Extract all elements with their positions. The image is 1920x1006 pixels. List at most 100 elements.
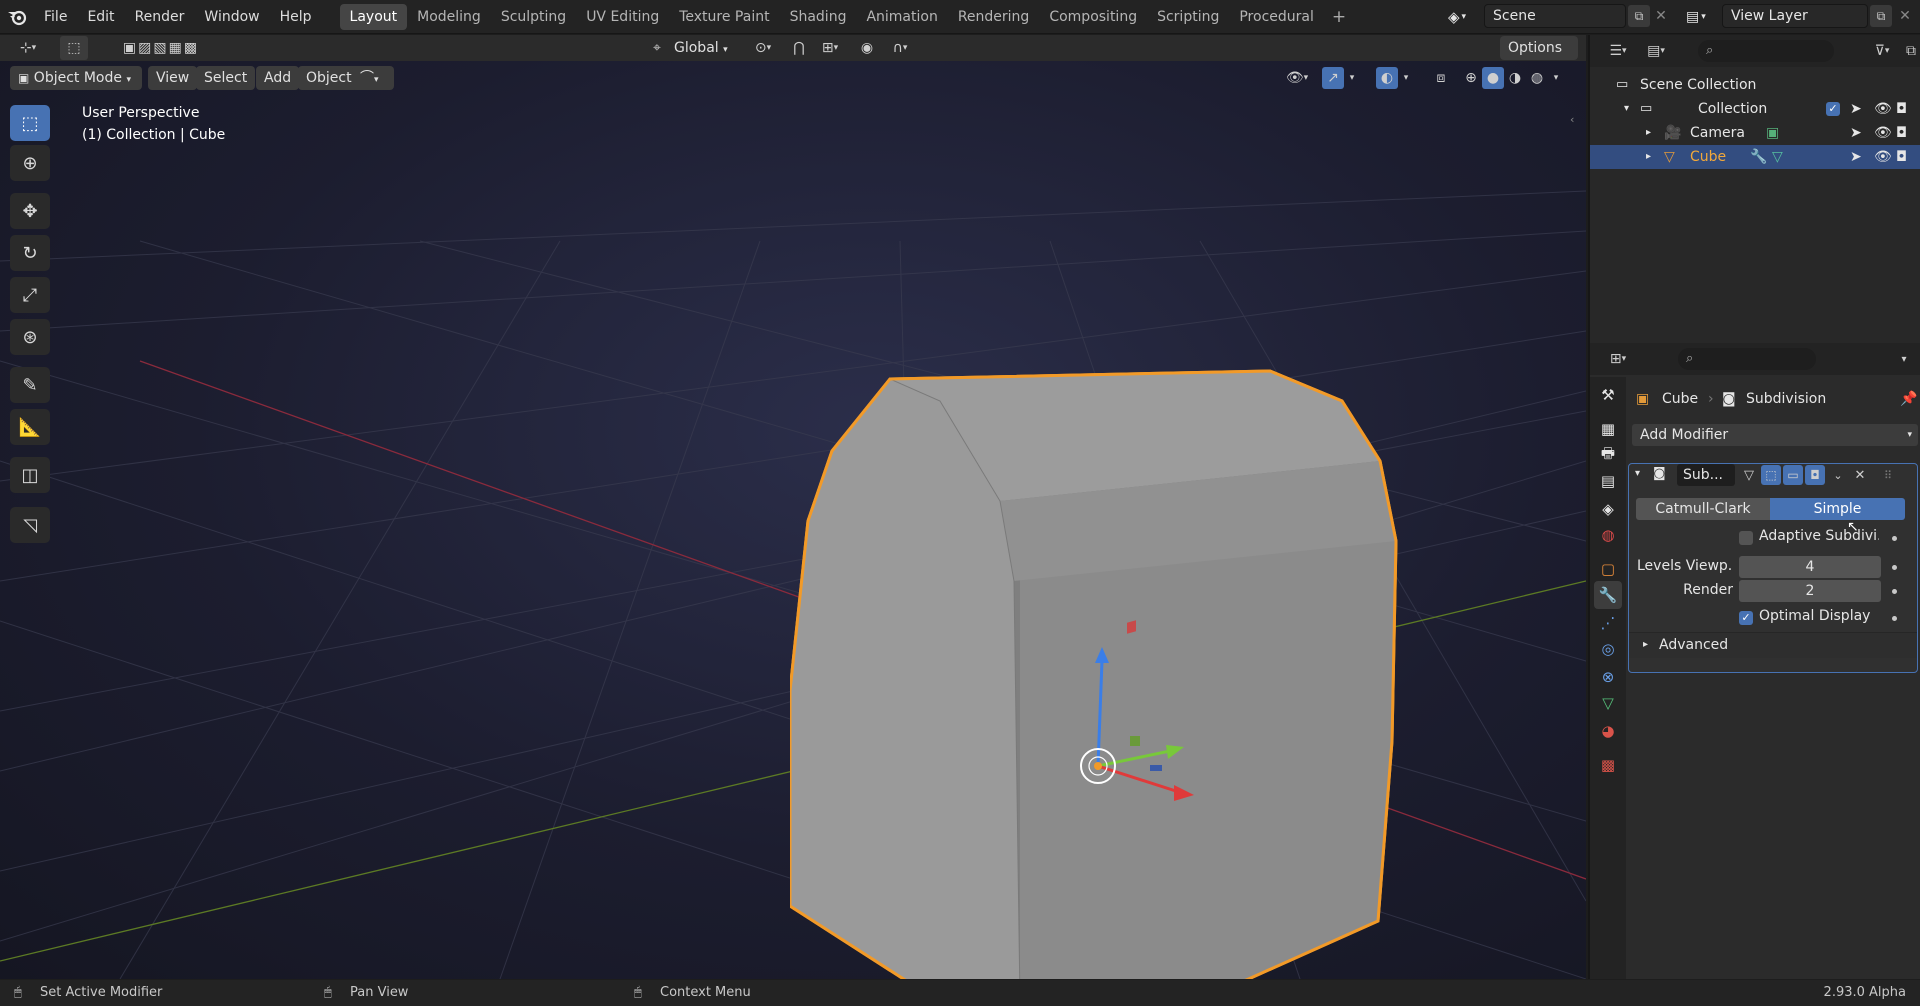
mesh-data-icon[interactable]: ▽: [1772, 145, 1783, 169]
keyframe-dot[interactable]: [1892, 536, 1897, 541]
tab-shading[interactable]: Shading: [780, 4, 857, 30]
constraints-tab-icon[interactable]: ⊗: [1594, 663, 1622, 691]
object-mode-dropdown[interactable]: ▣ Object Mode ▾: [10, 66, 142, 90]
cursor-tool-icon[interactable]: ⊕: [10, 145, 50, 181]
visibility-icon[interactable]: 👁 ▾: [1278, 67, 1316, 89]
wireframe-shading-icon[interactable]: ⊕: [1460, 67, 1482, 89]
chevron-down-icon[interactable]: ▾: [1894, 348, 1914, 370]
view-layer-selector[interactable]: ▤ ▾: [1686, 5, 1722, 29]
expand-arrow-icon[interactable]: ▸: [1646, 121, 1651, 145]
proportional-edit-icon[interactable]: ◉: [856, 37, 878, 59]
pin-icon[interactable]: 📌: [1900, 391, 1917, 407]
cage-toggle-icon[interactable]: ⬚: [1761, 465, 1781, 485]
display-mode-icon[interactable]: ▤ ▾: [1640, 40, 1672, 62]
select-tool-icon[interactable]: ⬚: [10, 105, 50, 141]
tab-sculpting[interactable]: Sculpting: [491, 4, 576, 30]
scene-tab-icon[interactable]: ◈: [1594, 495, 1622, 523]
menu-add[interactable]: Add: [256, 66, 300, 90]
xray-toggle-icon[interactable]: ⧈: [1430, 67, 1452, 89]
gizmo-toggle-icon[interactable]: ↗: [1322, 67, 1344, 89]
render-camera-icon[interactable]: ◘: [1896, 97, 1907, 121]
collapse-arrow-icon[interactable]: ▾: [1635, 468, 1640, 479]
new-collection-icon[interactable]: ⧉: [1902, 40, 1920, 62]
add-modifier-dropdown[interactable]: Add Modifier ▾: [1632, 424, 1918, 446]
menu-render[interactable]: Render: [125, 0, 195, 34]
advanced-subpanel-header[interactable]: ▸ Advanced: [1629, 632, 1917, 658]
measure-tool-icon[interactable]: 📐: [10, 409, 50, 445]
3d-viewport[interactable]: ▣ Object Mode ▾ View Select Add Object ⌒…: [0, 61, 1586, 979]
keyframe-dot[interactable]: [1892, 616, 1897, 621]
object-tab-icon[interactable]: ▢: [1594, 555, 1622, 583]
new-view-layer-icon[interactable]: ⧉: [1870, 5, 1892, 27]
levels-viewport-field[interactable]: 4: [1739, 556, 1881, 578]
eye-icon[interactable]: 👁: [1874, 121, 1892, 145]
menu-help[interactable]: Help: [270, 0, 322, 34]
transform-tool-icon[interactable]: ⊛: [10, 319, 50, 355]
keyframe-dot[interactable]: [1892, 565, 1897, 570]
tab-layout[interactable]: Layout: [339, 3, 408, 30]
rotate-tool-icon[interactable]: ↻: [10, 235, 50, 271]
pivot-point-icon[interactable]: ⊙ ▾: [746, 37, 780, 59]
chevron-down-icon[interactable]: ▾: [1548, 67, 1564, 89]
filter-icon[interactable]: ⊽ ▾: [1866, 40, 1898, 62]
selectable-toggle-icon[interactable]: ➤: [1850, 145, 1862, 169]
world-tab-icon[interactable]: ◍: [1594, 521, 1622, 549]
drag-handle-icon[interactable]: ⠿: [1879, 464, 1897, 486]
eye-icon[interactable]: 👁: [1874, 145, 1892, 169]
tab-modeling[interactable]: Modeling: [407, 4, 491, 30]
modifier-options-icon[interactable]: ⌄: [1829, 464, 1847, 486]
tool-tab-icon[interactable]: ⚒: [1594, 381, 1622, 409]
selection-mode-icons[interactable]: ▣▨▧▦▩: [106, 37, 216, 59]
render-camera-icon[interactable]: ◘: [1896, 145, 1907, 169]
scene-name-field[interactable]: Scene: [1484, 4, 1626, 28]
bevel-tool-icon[interactable]: ◹: [10, 507, 50, 543]
output-tab-icon[interactable]: 🖶: [1594, 441, 1622, 469]
scale-tool-icon[interactable]: ⤢: [10, 277, 50, 313]
data-tab-icon[interactable]: ▽: [1594, 689, 1622, 717]
outliner-item-camera[interactable]: ▸ 🎥 Camera ▣ ➤ 👁 ◘: [1590, 121, 1920, 145]
orientation-dropdown[interactable]: Global ▾: [666, 36, 742, 60]
add-cube-tool-icon[interactable]: ◫: [10, 457, 50, 493]
new-scene-icon[interactable]: ⧉: [1628, 5, 1650, 27]
material-tab-icon[interactable]: ◕: [1594, 717, 1622, 745]
tab-texture-paint[interactable]: Texture Paint: [669, 4, 779, 30]
sidebar-toggle-icon[interactable]: ‹: [1570, 113, 1574, 126]
render-camera-icon[interactable]: ◘: [1896, 121, 1907, 145]
menu-edit[interactable]: Edit: [77, 0, 124, 34]
proportional-falloff-icon[interactable]: ∩ ▾: [882, 37, 918, 59]
move-tool-icon[interactable]: ✥: [10, 193, 50, 229]
adaptive-subdivision-checkbox[interactable]: [1739, 531, 1753, 545]
properties-editor-type-icon[interactable]: ⊞ ▾: [1602, 348, 1634, 370]
edit-mode-toggle-icon[interactable]: ▽: [1739, 464, 1759, 486]
simple-option[interactable]: Simple: [1770, 498, 1905, 520]
tab-animation[interactable]: Animation: [856, 4, 947, 30]
snap-target-icon[interactable]: ⊞ ▾: [812, 37, 848, 59]
material-shading-icon[interactable]: ◑: [1504, 67, 1526, 89]
editor-type-icon[interactable]: ⊹ ▾: [8, 37, 48, 59]
properties-search-input[interactable]: ⌕: [1678, 348, 1816, 370]
tab-procedural[interactable]: Procedural: [1229, 4, 1324, 30]
scene-collection-row[interactable]: ▭ Scene Collection: [1590, 73, 1920, 97]
tab-scripting[interactable]: Scripting: [1147, 4, 1229, 30]
eye-icon[interactable]: 👁: [1874, 97, 1892, 121]
delete-scene-icon[interactable]: ✕: [1652, 8, 1670, 26]
expand-arrow-icon[interactable]: ▸: [1646, 145, 1651, 169]
view-layer-name-field[interactable]: View Layer: [1722, 4, 1868, 28]
exclude-checkbox[interactable]: ✓: [1826, 102, 1840, 116]
menu-select[interactable]: Select: [196, 66, 256, 90]
modifier-name-field[interactable]: Sub...: [1677, 464, 1735, 486]
gpencil-dropdown-icon[interactable]: ⌒▾: [352, 66, 394, 90]
tab-compositing[interactable]: Compositing: [1039, 4, 1147, 30]
add-workspace-icon[interactable]: +: [1324, 7, 1354, 27]
snap-icon[interactable]: ⋂: [788, 37, 810, 59]
menu-object[interactable]: Object: [298, 66, 360, 90]
cube-mesh[interactable]: [790, 361, 1430, 979]
outliner-item-cube[interactable]: ▸ ▽ Cube 🔧 ▽ ➤ 👁 ◘: [1590, 145, 1920, 169]
tab-rendering[interactable]: Rendering: [948, 4, 1040, 30]
outliner-search-input[interactable]: ⌕: [1698, 40, 1834, 62]
collapse-arrow-icon[interactable]: ▾: [1624, 97, 1629, 121]
render-levels-field[interactable]: 2: [1739, 580, 1881, 602]
modifier-tab-icon[interactable]: 🔧: [1594, 581, 1622, 609]
viewport-toggle-icon[interactable]: ▭: [1783, 465, 1803, 485]
chevron-down-icon[interactable]: ▾: [1344, 67, 1360, 89]
